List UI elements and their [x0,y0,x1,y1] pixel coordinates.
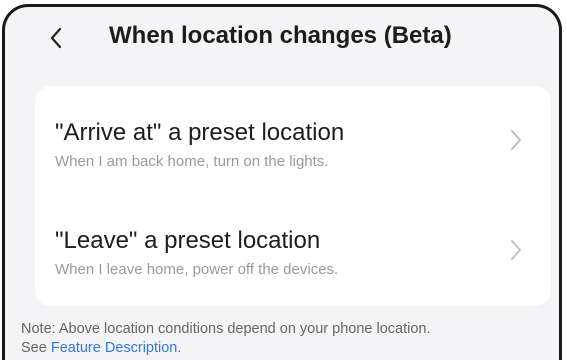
header: When location changes (Beta) [5,7,559,73]
note-line-2: See Feature Description. [21,339,431,358]
location-note: Note: Above location conditions depend o… [21,320,431,358]
feature-description-link[interactable]: Feature Description [51,340,178,356]
chevron-right-icon [511,130,521,150]
note-line-1: Note: Above location conditions depend o… [21,321,431,337]
phone-frame: When location changes (Beta) "Arrive at"… [2,4,562,360]
note-see-text: See [21,340,51,356]
chevron-left-icon [50,27,62,49]
leave-option[interactable]: "Leave" a preset location When I leave h… [35,196,551,306]
leave-subtitle: When I leave home, power off the devices… [55,261,339,278]
back-button[interactable] [43,21,69,55]
chevron-right-icon [511,240,521,260]
arrive-at-subtitle: When I am back home, turn on the lights. [55,153,329,170]
arrive-at-option[interactable]: "Arrive at" a preset location When I am … [35,86,551,196]
location-options-card: "Arrive at" a preset location When I am … [35,86,551,306]
note-period: . [177,340,182,356]
arrive-at-title: "Arrive at" a preset location [55,119,345,146]
page-title: When location changes (Beta) [109,22,452,49]
leave-title: "Leave" a preset location [55,227,321,254]
